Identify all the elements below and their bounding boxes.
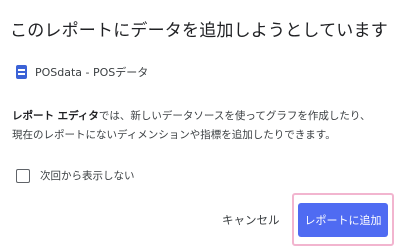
description-line-1: レポート エディタでは、新しいデータソースを使ってグラフを作成したり、 [12, 107, 388, 126]
dont-show-again-row[interactable]: 次回から表示しない [16, 168, 135, 183]
dont-show-again-checkbox[interactable] [16, 168, 30, 183]
dialog-title: このレポートにデータを追加しようとしています [10, 21, 388, 41]
description-line-1-text: では、新しいデータソースを使ってグラフを作成したり、 [98, 110, 371, 122]
cancel-button[interactable]: キャンセル [222, 212, 280, 228]
data-source-name: POSdata - POSデータ [35, 66, 149, 79]
add-to-report-button[interactable]: レポートに追加 [298, 203, 388, 237]
document-icon [16, 65, 27, 79]
dont-show-again-label[interactable]: 次回から表示しない [40, 168, 135, 183]
add-data-dialog: このレポートにデータを追加しようとしています POSdata - POSデータ … [0, 0, 400, 250]
dialog-description: レポート エディタでは、新しいデータソースを使ってグラフを作成したり、 現在のレ… [12, 107, 388, 145]
data-source-row: POSdata - POSデータ [16, 64, 148, 80]
description-line-2: 現在のレポートにないディメンションや指標を追加したりできます。 [12, 129, 336, 141]
report-editor-term: レポート エディタ [12, 110, 99, 122]
